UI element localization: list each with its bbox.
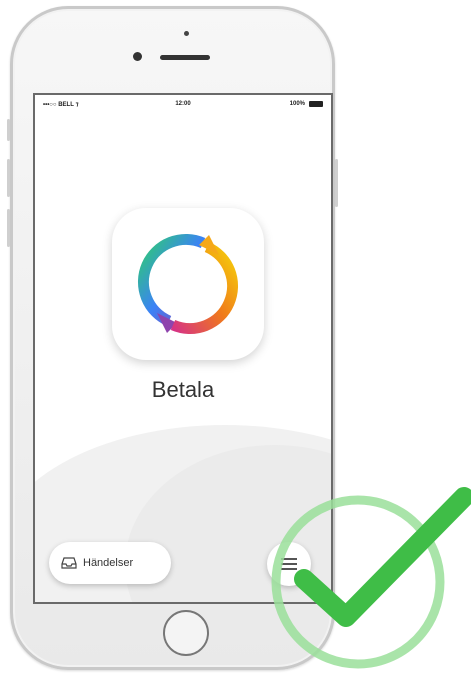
app-title: Betala [151,377,215,402]
events-button[interactable]: Händelser [49,542,171,584]
status-bar: •••○○ BELL ⁊ 12:00 100% [35,95,331,111]
volume-up-button [7,159,10,197]
front-camera [133,52,142,61]
inbox-icon [61,557,77,569]
battery-icon [309,101,323,107]
status-time: 12:00 [175,101,191,107]
volume-down-button [7,209,10,247]
power-button [335,159,338,207]
checkmark-icon [271,487,471,669]
swish-ring-icon [137,233,239,335]
sensor-dot [184,31,189,36]
home-button[interactable] [163,610,209,656]
app-logo-tile[interactable] [112,208,264,360]
status-battery-percent: 100% [289,101,305,107]
earpiece-speaker [160,55,210,60]
silent-switch [7,119,10,141]
events-button-label: Händelser [83,557,134,569]
